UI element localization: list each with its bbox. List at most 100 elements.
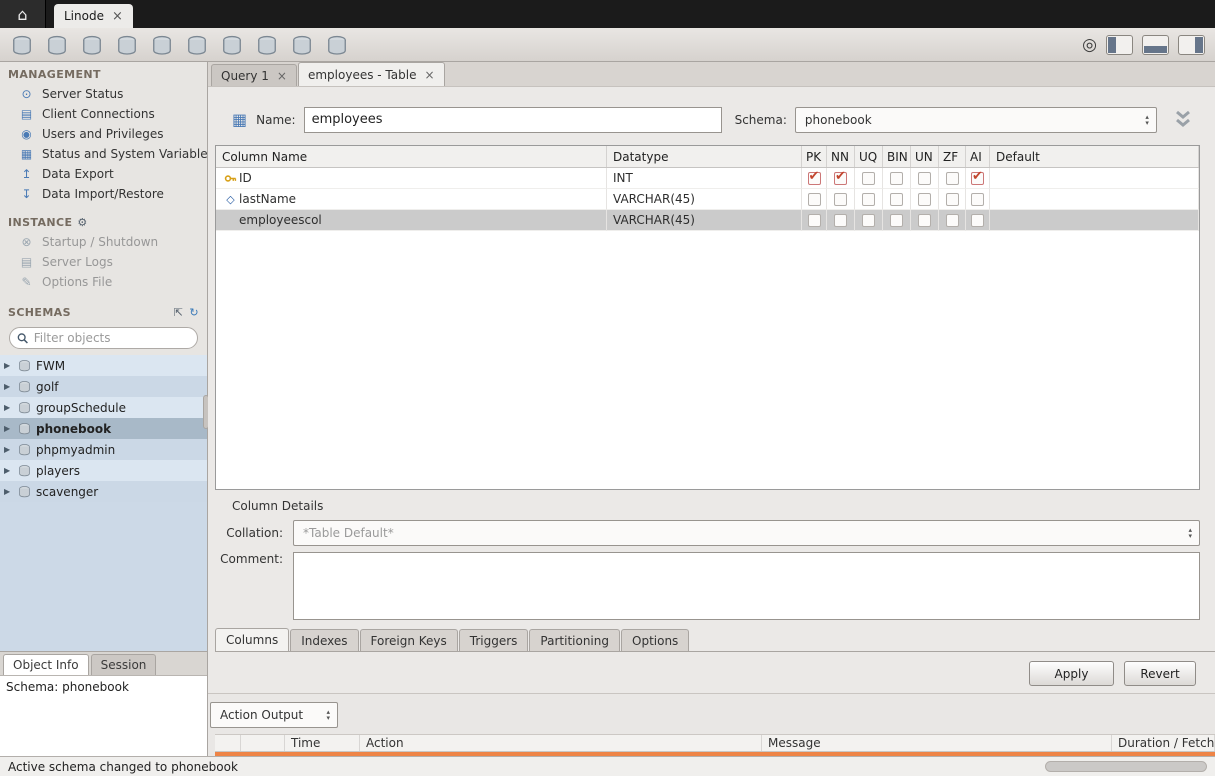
sidebar-item-schema-phpmyadmin[interactable]: ▶ phpmyadmin [0,439,207,460]
sidebar-item-startup-shutdown[interactable]: ⊗ Startup / Shutdown [0,232,207,252]
expander-icon[interactable]: ▶ [4,487,13,496]
schemas-section-title: SCHEMAS ⇱ ↻ [0,300,207,322]
sidebar-item-server-status[interactable]: ⊙ Server Status [0,84,207,104]
uq-checkbox[interactable] [862,214,875,227]
ai-checkbox[interactable] [971,214,984,227]
un-checkbox[interactable] [918,214,931,227]
close-icon[interactable]: × [277,69,287,83]
tab-session[interactable]: Session [91,654,157,675]
expander-icon[interactable]: ▶ [4,466,13,475]
uq-checkbox[interactable] [862,172,875,185]
tab-options[interactable]: Options [621,629,689,651]
sidebar-item-schema-phonebook[interactable]: ▶ phonebook [0,418,207,439]
ai-checkbox[interactable] [971,172,984,185]
pk-checkbox[interactable] [808,172,821,185]
uq-checkbox[interactable] [862,193,875,206]
home-icon: ⌂ [17,5,27,24]
refresh-schemas-icon[interactable]: ↻ [189,306,199,319]
expander-icon[interactable]: ▶ [4,382,13,391]
un-checkbox[interactable] [918,193,931,206]
sidebar-item-server-logs[interactable]: ▤ Server Logs [0,252,207,272]
users-icon: ◉ [19,127,34,141]
management-section-title: MANAGEMENT [0,62,207,84]
zf-checkbox[interactable] [946,172,959,185]
filter-objects-input[interactable] [34,331,190,345]
output-header-status-icon [241,735,285,751]
tab-columns[interactable]: Columns [215,628,289,651]
pk-checkbox[interactable] [808,214,821,227]
toggle-output-panel-icon[interactable] [1142,35,1169,55]
tab-object-info[interactable]: Object Info [3,654,89,675]
insert-rows-icon[interactable] [220,33,244,57]
table-name-input[interactable] [304,107,722,133]
schema-icon [18,401,31,414]
collapse-editor-header-button[interactable] [1170,110,1196,130]
variables-icon: ▦ [19,147,34,161]
ai-checkbox[interactable] [971,193,984,206]
sidebar-item-schema-groupschedule[interactable]: ▶ groupSchedule [0,397,207,418]
open-script-icon[interactable] [45,33,69,57]
toggle-secondary-sidebar-icon[interactable] [1178,35,1205,55]
tab-employees-table[interactable]: employees - Table × [298,62,445,86]
bin-checkbox[interactable] [890,172,903,185]
table-row-id[interactable]: ID INT [216,168,1199,189]
revert-button[interactable]: Revert [1124,661,1196,686]
comment-textarea[interactable] [293,552,1200,620]
dump-schema-icon[interactable] [115,33,139,57]
un-checkbox[interactable] [918,172,931,185]
tab-partitioning[interactable]: Partitioning [529,629,620,651]
new-connection-icon[interactable] [10,33,34,57]
search-data-icon[interactable] [290,33,314,57]
bin-checkbox[interactable] [890,193,903,206]
table-icon: ▦ [232,110,247,129]
pk-checkbox[interactable] [808,193,821,206]
sidebar-item-users-privileges[interactable]: ◉ Users and Privileges [0,124,207,144]
zf-checkbox[interactable] [946,214,959,227]
connection-tab-label: Linode [64,9,104,23]
expander-icon[interactable]: ▶ [4,445,13,454]
close-icon[interactable]: × [424,68,434,82]
statusbar: Active schema changed to phonebook [0,756,1215,776]
horizontal-scrollbar[interactable] [1045,761,1207,772]
connection-tab-linode[interactable]: Linode × [54,4,133,28]
tab-query-1[interactable]: Query 1 × [211,64,297,86]
sidebar-item-status-system-variables[interactable]: ▦ Status and System Variables [0,144,207,164]
tab-triggers[interactable]: Triggers [459,629,529,651]
apply-button[interactable]: Apply [1029,661,1114,686]
table-row-employeescol[interactable]: employeescol VARCHAR(45) [216,210,1199,231]
alter-table-icon[interactable] [185,33,209,57]
server-admin-icon[interactable] [325,33,349,57]
sidebar-item-client-connections[interactable]: ▤ Client Connections [0,104,207,124]
sidebar-item-options-file[interactable]: ✎ Options File [0,272,207,292]
nn-checkbox[interactable] [834,172,847,185]
expander-icon[interactable]: ▶ [4,424,13,433]
collation-select[interactable]: *Table Default* ▴▾ [293,520,1200,546]
delete-rows-icon[interactable] [255,33,279,57]
create-table-icon[interactable] [150,33,174,57]
sidebar-item-schema-golf[interactable]: ▶ golf [0,376,207,397]
sidebar-item-data-import[interactable]: ↧ Data Import/Restore [0,184,207,204]
toolbar-right-group: ◎ [1082,35,1205,55]
create-schema-icon[interactable] [80,33,104,57]
status-indicator-icon[interactable]: ◎ [1082,35,1097,55]
tab-foreign-keys[interactable]: Foreign Keys [360,629,458,651]
toggle-sidebar-icon[interactable] [1106,35,1133,55]
expander-icon[interactable]: ▶ [4,403,13,412]
close-icon[interactable]: × [112,9,123,24]
zf-checkbox[interactable] [946,193,959,206]
nn-checkbox[interactable] [834,193,847,206]
expander-icon[interactable]: ▶ [4,361,13,370]
bin-checkbox[interactable] [890,214,903,227]
tab-indexes[interactable]: Indexes [290,629,358,651]
schema-select[interactable]: phonebook ▴▾ [795,107,1157,133]
sidebar-item-schema-fwm[interactable]: ▶ FWM [0,355,207,376]
table-row-lastname[interactable]: ◇ lastName VARCHAR(45) [216,189,1199,210]
action-output-select[interactable]: Action Output ▴▾ [210,702,338,728]
sidebar-item-schema-scavenger[interactable]: ▶ scavenger [0,481,207,502]
expand-schemas-icon[interactable]: ⇱ [174,306,184,319]
nn-checkbox[interactable] [834,214,847,227]
comment-row: Comment: [215,552,1200,620]
sidebar-item-schema-players[interactable]: ▶ players [0,460,207,481]
sidebar-item-data-export[interactable]: ↥ Data Export [0,164,207,184]
home-button[interactable]: ⌂ [0,0,46,28]
